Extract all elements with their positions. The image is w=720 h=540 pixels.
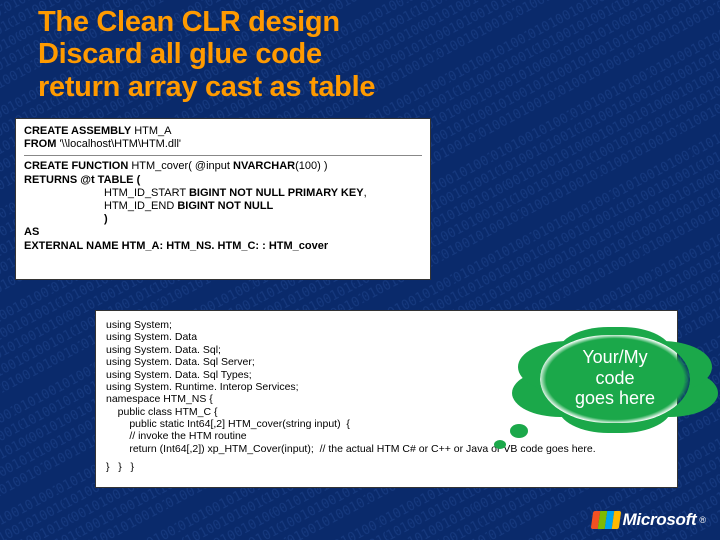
sql-line-4: RETURNS @t TABLE ( [24,174,422,187]
sql-line-8: AS [24,226,422,239]
sql-line-5: HTM_ID_START BIGINT NOT NULL PRIMARY KEY… [104,187,422,200]
sql-line-6: HTM_ID_END BIGINT NOT NULL [104,200,422,213]
registered-mark: ® [699,515,706,525]
bubble-line-3: goes here [540,388,690,409]
logo-text: Microsoft [623,510,697,530]
sql-line-3: CREATE FUNCTION HTM_cover( @input NVARCH… [24,160,422,173]
bubble-line-1: Your/My [540,347,690,368]
code-l12: } } } [106,461,667,473]
bubble-tail-dot [494,440,506,449]
slide-title: The Clean CLR design Discard all glue co… [38,6,375,103]
title-line-2: Discard all glue code [38,38,375,70]
microsoft-logo: Microsoft® [592,510,706,530]
microsoft-flag-icon [592,511,620,529]
code-l11: return (Int64[,2]) xp_HTM_Cover(input); … [106,443,667,455]
code-l10: // invoke the HTM routine [106,430,667,442]
bubble-line-2: code [540,368,690,389]
bubble-text: Your/My code goes here [540,347,690,409]
sql-panel: CREATE ASSEMBLY HTM_A FROM '\\localhost\… [15,118,431,280]
bubble-tail-dot [510,424,528,438]
sql-line-9: EXTERNAL NAME HTM_A: HTM_NS. HTM_C: : HT… [24,240,422,253]
sql-line-2: FROM '\\localhost\HTM\HTM.dll' [24,138,422,151]
title-line-1: The Clean CLR design [38,6,375,38]
sql-divider [24,155,422,156]
thought-bubble: Your/My code goes here [540,335,690,423]
sql-line-7: ) [104,213,422,226]
code-l1: using System; [106,319,667,331]
sql-line-1: CREATE ASSEMBLY HTM_A [24,125,422,138]
title-line-3: return array cast as table [38,71,375,103]
